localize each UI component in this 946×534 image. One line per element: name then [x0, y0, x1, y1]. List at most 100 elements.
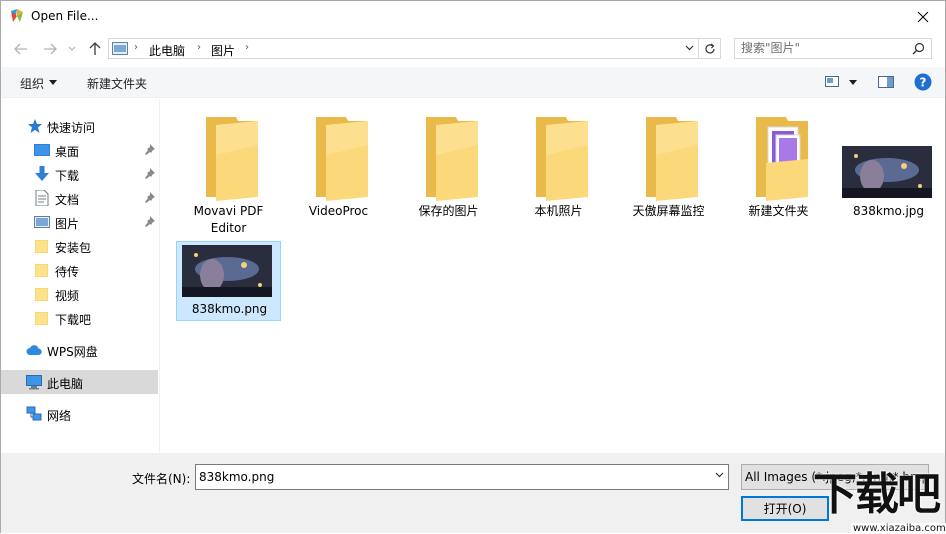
file-list: Movavi PDF Editor VideoProc 保存的图片 本机照片 天…: [161, 99, 945, 452]
sidebar-item-label: 桌面: [55, 145, 80, 159]
address-bar[interactable]: › 此电脑 › 图片 ›: [108, 38, 699, 59]
folder-item[interactable]: 天傲屏幕监控: [616, 99, 721, 218]
sidebar-item-quick-access[interactable]: 快速访问: [1, 114, 158, 138]
breadcrumb-separator: ›: [197, 42, 201, 53]
title-bar: Open File...: [1, 1, 945, 32]
file-name-panel: 文件名(N): All Images (*.jpeg;*.png;*.bmp 打…: [1, 453, 945, 533]
folder-icon: [646, 117, 698, 201]
search-input[interactable]: [741, 41, 901, 55]
pin-icon[interactable]: [144, 144, 155, 155]
sidebar-item-label: WPS网盘: [47, 345, 98, 359]
computer-icon: [26, 375, 42, 390]
folder-item[interactable]: VideoProc: [286, 99, 391, 218]
caret-down-icon[interactable]: [49, 80, 57, 85]
folder-icon: [35, 264, 48, 277]
pin-icon[interactable]: [144, 192, 155, 203]
folder-icon: [316, 117, 368, 201]
watermark-url: www.xiazaiba.com: [851, 523, 946, 534]
item-name: VideoProc: [308, 204, 369, 218]
folder-item[interactable]: 本机照片: [506, 99, 611, 218]
folder-icon: [35, 240, 48, 253]
item-name: 本机照片: [534, 204, 583, 218]
folder-item[interactable]: 新建文件夹: [726, 99, 831, 218]
chevron-down-icon[interactable]: [685, 45, 694, 51]
folder-icon: [426, 117, 478, 201]
recent-locations-button[interactable]: [65, 39, 79, 59]
item-name: 天傲屏幕监控: [632, 204, 705, 218]
up-button[interactable]: [85, 39, 105, 59]
sidebar-item-wps-drive[interactable]: WPS网盘: [1, 338, 158, 362]
breadcrumb-this-pc[interactable]: 此电脑: [149, 42, 185, 59]
sidebar-item-label: 此电脑: [47, 377, 84, 391]
folder-icon: [35, 288, 48, 301]
sidebar-item-this-pc[interactable]: 此电脑: [1, 370, 158, 394]
item-name: 新建文件夹: [748, 204, 809, 218]
document-icon: [35, 190, 49, 206]
search-icon: [912, 42, 925, 55]
pictures-location-icon: [112, 42, 128, 55]
folder-item[interactable]: Movavi PDF Editor: [176, 99, 281, 235]
organize-menu[interactable]: 组织: [20, 75, 44, 92]
close-button[interactable]: [900, 1, 945, 32]
image-file-item[interactable]: 838kmo.jpg: [836, 99, 941, 218]
sidebar-item-xiazaiba[interactable]: 下载吧: [1, 306, 158, 330]
close-icon: [917, 11, 928, 22]
sidebar-item-label: 下载: [55, 169, 80, 183]
sidebar-item-pending[interactable]: 待传: [1, 258, 158, 282]
desktop-icon: [34, 144, 50, 156]
breadcrumb-separator: ›: [245, 42, 249, 53]
navigation-pane: 快速访问 桌面 下载 文档 图片 安装包 待传 视频 下载吧 WPS网盘 此电脑…: [1, 99, 160, 452]
pictures-icon: [34, 216, 50, 228]
help-icon[interactable]: ?: [914, 73, 932, 91]
caret-down-icon[interactable]: [849, 80, 857, 85]
open-file-dialog: Open File... › 此电脑 › 图片 › 搜索"图片" 组织 新建文件…: [0, 0, 946, 534]
sidebar-item-label: 网络: [47, 409, 72, 423]
network-icon: [26, 406, 42, 421]
refresh-icon: [704, 43, 715, 53]
pin-icon[interactable]: [144, 216, 155, 227]
filename-input[interactable]: [199, 470, 699, 484]
search-box[interactable]: [734, 38, 932, 59]
back-button[interactable]: [11, 39, 31, 59]
sidebar-item-network[interactable]: 网络: [1, 402, 158, 426]
sidebar-item-label: 图片: [55, 217, 80, 231]
image-file-item-selected[interactable]: 838kmo.png: [176, 241, 281, 321]
breadcrumb-separator: ›: [134, 42, 138, 53]
image-thumbnail: [182, 245, 272, 297]
folder-icon: [536, 117, 588, 201]
new-folder-button[interactable]: 新建文件夹: [87, 75, 147, 92]
download-icon: [35, 166, 49, 181]
refresh-button[interactable]: [699, 38, 721, 59]
cloud-icon: [26, 345, 42, 355]
sidebar-item-pictures[interactable]: 图片: [1, 210, 158, 234]
sidebar-item-downloads[interactable]: 下载: [1, 162, 158, 186]
sidebar-item-desktop[interactable]: 桌面: [1, 138, 158, 162]
svg-text:?: ?: [920, 76, 927, 90]
chevron-down-icon: [68, 46, 76, 51]
filename-label: 文件名(N):: [132, 472, 191, 486]
sidebar-item-videos[interactable]: 视频: [1, 282, 158, 306]
arrow-left-icon: [14, 43, 27, 55]
forward-button[interactable]: [40, 39, 60, 59]
folder-item[interactable]: 保存的图片: [396, 99, 501, 218]
chevron-down-icon[interactable]: [715, 472, 724, 478]
watermark: 下载吧 www.xiazaiba.com: [807, 469, 946, 534]
folder-with-images-icon: [756, 117, 808, 201]
arrow-up-icon: [89, 42, 101, 55]
item-name: 838kmo.jpg: [852, 204, 925, 218]
arrow-right-icon: [44, 43, 57, 55]
watermark-logo-text: 下载吧: [813, 469, 941, 520]
image-thumbnail: [842, 146, 932, 198]
preview-pane-icon[interactable]: [878, 76, 894, 88]
sidebar-item-label: 快速访问: [47, 121, 96, 135]
view-options-icon[interactable]: [825, 76, 839, 87]
sidebar-item-documents[interactable]: 文档: [1, 186, 158, 210]
sidebar-item-installers[interactable]: 安装包: [1, 234, 158, 258]
breadcrumb-pictures[interactable]: 图片: [211, 42, 235, 59]
app-icon: [11, 9, 23, 22]
folder-icon: [206, 117, 258, 201]
window-title: Open File...: [31, 9, 99, 23]
star-icon: [28, 119, 42, 133]
filename-combobox[interactable]: [195, 464, 729, 490]
pin-icon[interactable]: [144, 168, 155, 179]
